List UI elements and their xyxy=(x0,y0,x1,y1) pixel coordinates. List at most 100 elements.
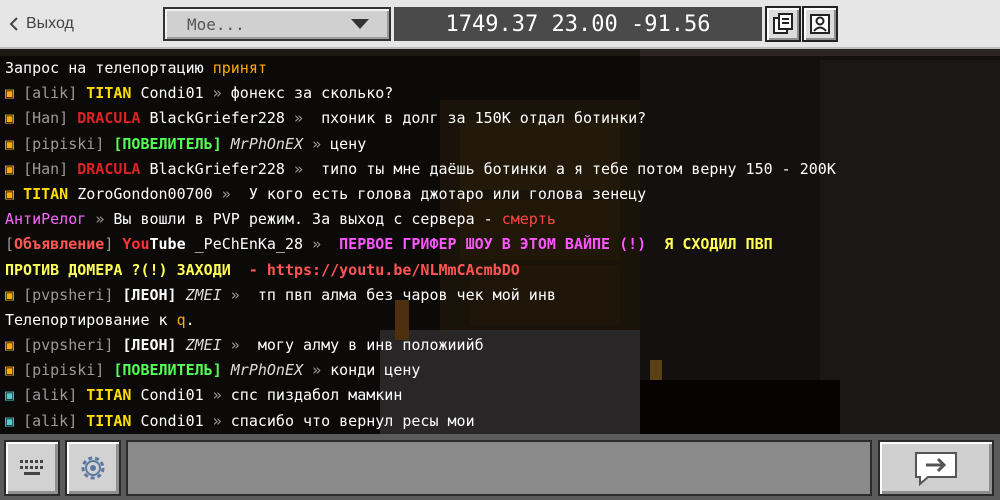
chat-segment: АнтиРелог xyxy=(5,210,96,229)
settings-button[interactable] xyxy=(65,440,121,496)
chat-segment: ▣ xyxy=(5,109,24,128)
bottom-bar xyxy=(0,434,1000,500)
chat-segment: [ЛЕОН] xyxy=(122,336,186,355)
keyboard-button[interactable] xyxy=(4,440,60,496)
chevron-left-icon xyxy=(9,17,18,31)
chat-segment: » xyxy=(294,109,313,128)
chat-segment: ▣ xyxy=(5,336,24,355)
chat-segment: ZMEI xyxy=(185,285,231,304)
keyboard-icon xyxy=(20,460,43,475)
chat-segment: Condi01 xyxy=(140,386,213,405)
chat-segment: TITAN xyxy=(86,386,141,405)
chat-segment: [alik] xyxy=(23,84,87,103)
chat-segment: [ПОВЕЛИТЕЛЬ] xyxy=(113,361,231,380)
chat-line: ▣ [alik] TITAN Condi01 » спасибо что вер… xyxy=(0,408,1000,434)
chat-segment: ▣ xyxy=(5,184,24,203)
chat-log: Запрос на телепортацию принят ▣ [alik] TI… xyxy=(0,56,1000,434)
chat-segment: [pipiski] xyxy=(23,361,114,380)
chevron-down-icon xyxy=(351,19,369,29)
chat-line: ▣ [alik] TITAN Condi01 » спс пиздабол ма… xyxy=(0,383,1000,409)
chat-segment: - https://youtu.be/NLMmCAcmbDO xyxy=(230,260,520,279)
chat-line: ▣ [pipiski] [ПОВЕЛИТЕЛЬ] MrPhOnEX » конд… xyxy=(0,358,1000,384)
chat-segment: » xyxy=(212,386,231,405)
back-label: Выход xyxy=(26,15,74,32)
chat-line: Телепортирование к q. xyxy=(0,307,1000,334)
chat-segment: TITAN xyxy=(86,84,141,103)
chat-segment: смерть xyxy=(501,210,556,229)
chat-segment: [ПОВЕЛИТЕЛЬ] xyxy=(113,134,231,153)
chat-segment: ] xyxy=(104,235,123,254)
chat-segment: конди цену xyxy=(330,361,421,380)
chat-line: ▣ [Han] DRACULA BlackGriefer228 » типо т… xyxy=(0,156,1000,182)
chat-segment: » xyxy=(230,285,249,304)
chat-segment: [ЛЕОН] xyxy=(122,285,186,304)
chat-segment: ПРОТИВ ДОМЕРА ?(!) ЗАХОДИ xyxy=(5,260,231,279)
chat-input[interactable] xyxy=(126,440,872,496)
profile-button[interactable] xyxy=(802,6,838,42)
chat-segment: ПЕРВОЕ ГРИФЕР ШОУ В ЭТОМ ВАЙПЕ (!) xyxy=(330,235,647,254)
chat-segment: Tube xyxy=(149,235,195,254)
chat-segment: ▣ xyxy=(5,386,24,405)
chat-segment: » xyxy=(212,84,231,103)
chat-segment: ZoroGondon00700 xyxy=(77,184,222,203)
chat-segment: [Han] xyxy=(23,159,78,178)
chat-line: ПРОТИВ ДОМЕРА ?(!) ЗАХОДИ - https://yout… xyxy=(0,257,1000,283)
chat-segment: » xyxy=(294,159,313,178)
chat-line: ▣ [pipiski] [ПОВЕЛИТЕЛЬ] MrPhOnEX » цену xyxy=(0,131,1000,157)
chat-segment: » xyxy=(95,210,114,229)
send-button[interactable] xyxy=(878,440,994,496)
chat-segment: BlackGriefer228 xyxy=(149,109,294,128)
copy-coordinates-button[interactable] xyxy=(765,6,801,42)
chat-segment: » xyxy=(212,411,231,430)
chat-segment: TITAN xyxy=(23,184,78,203)
chat-segment: тп пвп алма без чаров чек мой инв xyxy=(248,285,556,304)
chat-segment: пхоник в долг за 150К отдал ботинки? xyxy=(312,109,647,128)
chat-line: АнтиРелог » Вы вошли в PVP режим. За вых… xyxy=(0,207,1000,233)
chat-segment: MrPhOnEX xyxy=(230,134,313,153)
chat-segment: MrPhOnEX xyxy=(230,361,313,380)
chat-segment: You xyxy=(122,235,150,254)
chat-segment: У кого есть голова джотаро или голова зе… xyxy=(239,184,647,203)
chat-segment: » xyxy=(312,361,331,380)
chat-segment: DRACULA xyxy=(77,159,150,178)
chat-segment: » xyxy=(230,336,249,355)
chat-segment: DRACULA xyxy=(77,109,150,128)
chat-segment: [alik] xyxy=(23,411,87,430)
chat-channel-dropdown[interactable]: Мое... xyxy=(163,7,391,41)
chat-segment: фонекс за сколько? xyxy=(230,84,394,103)
chat-segment: могу алму в инв положиийб xyxy=(248,336,484,355)
chat-segment: спасибо что вернул ресы мои xyxy=(230,411,475,430)
chat-segment: [pipiski] xyxy=(23,134,114,153)
chat-line: ▣ [alik] TITAN Condi01 » фонекс за сколь… xyxy=(0,81,1000,107)
chat-segment: _PeChEnKa_28 xyxy=(194,235,313,254)
chat-segment: Вы вошли в PVP режим. За выход с сервера… xyxy=(113,210,502,229)
chat-segment: ▣ xyxy=(5,285,24,304)
chat-segment: принят xyxy=(212,59,267,77)
chat-segment: q xyxy=(176,310,186,329)
chat-segment: ▣ xyxy=(5,361,24,380)
chat-segment: спс пиздабол мамкин xyxy=(230,386,403,405)
chat-segment: » xyxy=(312,134,331,153)
profile-card-icon xyxy=(810,14,830,34)
chat-segment: Телепортирование к xyxy=(5,310,177,329)
chat-segment: Объявление xyxy=(14,235,105,254)
gear-icon xyxy=(81,456,105,480)
chat-segment: [Han] xyxy=(23,109,78,128)
chat-segment: . xyxy=(185,310,195,329)
chat-line: ▣ TITAN ZoroGondon00700 » У кого есть го… xyxy=(0,181,1000,208)
chat-line: ▣ [pvpsheri] [ЛЕОН] ZMEI » тп пвп алма б… xyxy=(0,282,1000,308)
chat-segment: » xyxy=(221,184,240,203)
send-arrow-icon xyxy=(915,452,957,487)
coordinates-display: 1749.37 23.00 -91.56 xyxy=(394,7,762,41)
dropdown-value: Мое... xyxy=(187,14,245,34)
chat-segment: [ xyxy=(5,235,15,254)
chat-segment: [pvpsheri] xyxy=(23,336,123,355)
back-button[interactable]: Выход xyxy=(6,10,74,38)
copy-icon xyxy=(773,13,793,34)
chat-segment: ▣ xyxy=(5,84,24,103)
chat-line: [Объявление] YouTube _PeChEnKa_28 » ПЕРВ… xyxy=(0,232,1000,258)
chat-line: ▣ [pvpsheri] [ЛЕОН] ZMEI » могу алму в и… xyxy=(0,333,1000,359)
chat-segment: Запрос на телепортацию xyxy=(5,59,213,77)
chat-segment: » xyxy=(312,235,331,254)
coordinates-text: 1749.37 23.00 -91.56 xyxy=(445,11,711,37)
